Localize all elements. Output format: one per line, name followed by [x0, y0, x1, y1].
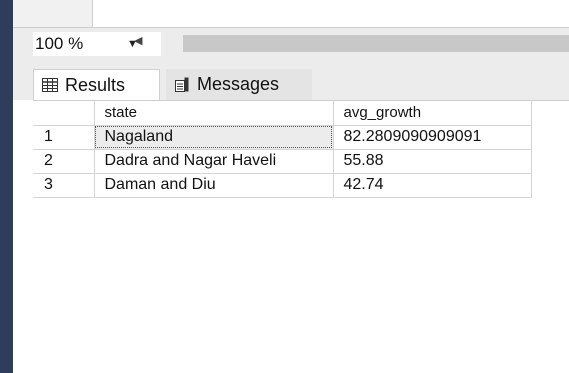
header-row: state avg_growth	[33, 101, 532, 126]
caret-left-icon[interactable]: ◀	[134, 34, 142, 47]
editor-gutter	[13, 0, 93, 27]
table-row[interactable]: 1 Nagaland 82.2809090909091	[33, 125, 532, 150]
zoom-value: 100 %	[35, 34, 84, 53]
left-side-bar	[0, 0, 13, 373]
column-header-avg-growth[interactable]: avg_growth	[333, 101, 532, 126]
avg-growth-cell[interactable]: 55.88	[333, 149, 532, 174]
tab-results[interactable]: Results	[33, 69, 160, 100]
results-table: state avg_growth 1 Nagaland 82.280909090…	[33, 101, 532, 198]
table-row[interactable]: 2 Dadra and Nagar Haveli 55.88	[33, 149, 532, 174]
state-cell[interactable]: Daman and Diu	[94, 173, 334, 198]
document-icon	[174, 77, 190, 93]
row-number[interactable]: 2	[33, 149, 95, 174]
row-number[interactable]: 3	[33, 173, 95, 198]
state-cell[interactable]: Nagaland	[94, 125, 334, 150]
avg-growth-cell[interactable]: 42.74	[333, 173, 532, 198]
results-tab-strip: Results Messages	[13, 60, 569, 100]
tab-messages-label: Messages	[197, 74, 280, 94]
table-row[interactable]: 3 Daman and Diu 42.74	[33, 173, 532, 198]
row-number[interactable]: 1	[33, 125, 95, 150]
grid-icon	[42, 78, 58, 92]
state-cell[interactable]: Dadra and Nagar Haveli	[94, 149, 334, 174]
tab-messages[interactable]: Messages	[166, 69, 312, 100]
column-header-state[interactable]: state	[94, 101, 334, 126]
row-number-header[interactable]	[33, 101, 95, 126]
zoom-toolbar: 100 % ▼ ◀	[13, 27, 569, 61]
results-grid[interactable]: state avg_growth 1 Nagaland 82.280909090…	[33, 100, 569, 373]
tab-results-label: Results	[65, 74, 126, 95]
horizontal-scrollbar[interactable]	[183, 35, 569, 52]
avg-growth-cell[interactable]: 82.2809090909091	[333, 125, 532, 150]
ssms-results-window: 100 % ▼ ◀ Results Messages state avg_gro…	[0, 0, 569, 373]
query-editor-area[interactable]	[13, 0, 569, 27]
